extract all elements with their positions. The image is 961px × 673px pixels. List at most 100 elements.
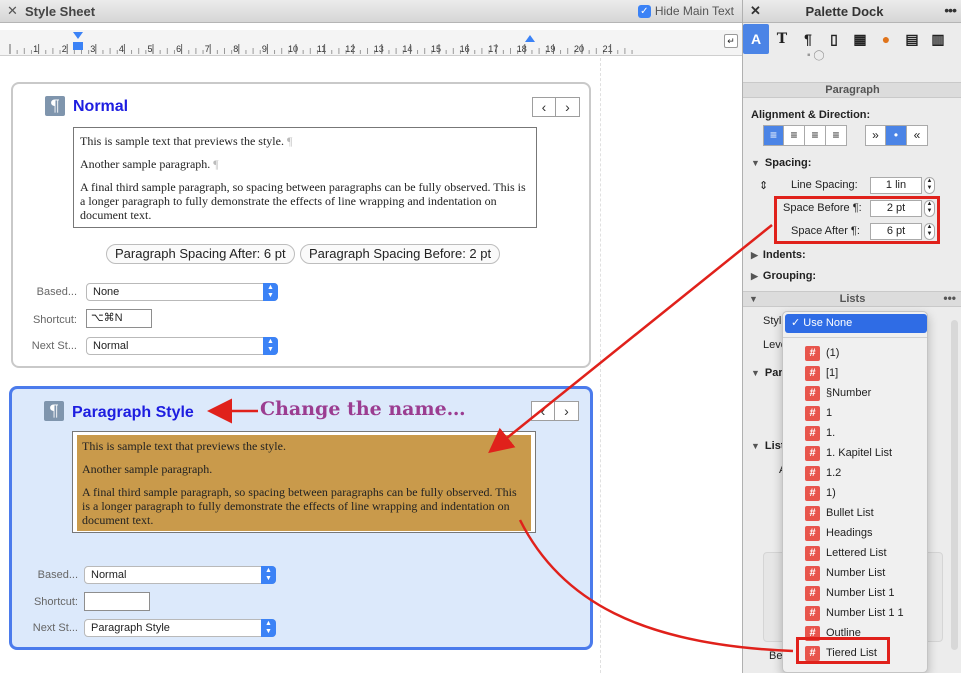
align-right-icon[interactable]: ≡ (805, 125, 826, 146)
ruler-number: 20 (574, 44, 584, 54)
menu-item-list-style[interactable]: #1 (805, 404, 832, 422)
disclosure-triangle-open-icon: ▼ (751, 368, 760, 378)
menu-item-label: Headings (826, 527, 873, 539)
menu-item-list-style[interactable]: # Number List (805, 564, 885, 582)
rtl-icon[interactable]: « (907, 125, 928, 146)
ruler-number: 6 (176, 44, 181, 54)
menu-item-label: Lettered List (826, 547, 887, 559)
text-format-icon[interactable]: T (769, 24, 795, 54)
align-center-icon[interactable]: ≡ (784, 125, 805, 146)
more-options-icon[interactable]: ••• (943, 291, 956, 305)
character-style-icon[interactable]: A (743, 24, 769, 54)
shortcut-label: Shortcut: (33, 596, 78, 608)
line-spacing-mode-icon[interactable]: ⇕ (759, 179, 768, 192)
menu-item-list-style[interactable]: # Headings (805, 524, 872, 542)
palette-titlebar: ✕ Palette Dock ••• (743, 0, 961, 23)
preview-paragraph: Another sample paragraph. (82, 462, 213, 476)
ltr-icon[interactable]: » (865, 125, 886, 146)
ruler[interactable]: 1 2 3 4 5 6 7 8 9 10 11 12 13 14 15 16 17 18 19 20 21 ↵ (0, 30, 742, 56)
grouping-disclosure[interactable]: ▶ Grouping: (751, 270, 816, 282)
menu-item-list-style[interactable]: #1.2 (805, 464, 841, 482)
next-style-select[interactable]: Normal ▲ ▼ (86, 337, 278, 355)
list-style-icon: # (805, 445, 820, 461)
line-spacing-label: Line Spacing: (791, 179, 858, 191)
next-style-label: Next St... (31, 340, 77, 352)
list-style-icon: # (805, 405, 820, 421)
style-nav-buttons: ‹ › (531, 401, 579, 421)
style-preview-selected: This is sample text that previews the st… (72, 431, 536, 533)
based-on-label: Based... (37, 569, 78, 581)
menu-item-list-style[interactable]: #1) (805, 484, 836, 502)
list-style-icon: # (805, 365, 820, 381)
table-icon[interactable]: ▦ (847, 24, 873, 54)
spacing-before-pill[interactable]: Paragraph Spacing Before: 2 pt (300, 244, 501, 264)
ruler-number: 13 (374, 44, 384, 54)
checkbox-checked-icon[interactable]: ✓ (637, 4, 651, 18)
previous-style-button[interactable]: ‹ (531, 401, 555, 421)
menu-item-list-style[interactable]: #1. (805, 424, 835, 442)
ruler-corner-button[interactable]: ↵ (724, 34, 738, 48)
menu-item-label: 1 (826, 407, 833, 419)
previous-style-button[interactable]: ‹ (532, 97, 556, 117)
menu-item-list-style[interactable]: # [1] (805, 364, 838, 382)
line-spacing-stepper[interactable]: ▲ ▼ (924, 177, 935, 194)
document-icon[interactable]: ▯ (821, 24, 847, 54)
palette-title: Palette Dock (805, 4, 884, 19)
ruler-scale: 1 2 3 4 5 6 7 8 9 10 11 12 13 14 15 16 17 18 19 20 21 (9, 32, 633, 54)
menu-item-label: 1. (826, 427, 836, 439)
text-selection-highlight: This is sample text that previews the st… (77, 435, 531, 531)
scrollbar[interactable] (951, 320, 958, 650)
menu-item-label: Number List 1 1 (826, 607, 904, 619)
menu-item-list-style[interactable]: # (1) (805, 344, 839, 362)
shortcut-field[interactable]: ⌥⌘N (86, 309, 152, 328)
based-on-select[interactable]: Normal ▲ ▼ (84, 566, 276, 584)
based-on-select[interactable]: None ▲ ▼ (86, 283, 278, 301)
chevron-updown-icon: ▲ ▼ (263, 283, 278, 301)
align-justify-icon[interactable]: ≡ (826, 125, 847, 146)
spacing-after-pill[interactable]: Paragraph Spacing After: 6 pt (106, 244, 295, 264)
menu-item-list-style[interactable]: # Number List 1 (805, 584, 894, 602)
callout-box-tiered-list (796, 637, 890, 664)
section-header-paragraph[interactable]: Paragraph (743, 82, 961, 98)
next-style-button[interactable]: › (556, 97, 580, 117)
menu-item-list-style[interactable]: # §Number (805, 384, 871, 402)
preview-paragraph: A final third sample paragraph, so spaci… (82, 485, 517, 527)
window-title: Style Sheet (25, 4, 96, 19)
menu-item-list-style[interactable]: # Lettered List (805, 544, 887, 562)
menu-item-use-none[interactable]: ✓ Use None (785, 314, 927, 333)
style-name[interactable]: Paragraph Style (72, 404, 194, 422)
next-style-button[interactable]: › (555, 401, 579, 421)
menu-item-list-style[interactable]: #1. Kapitel List (805, 444, 892, 462)
list-style-icon: # (805, 585, 820, 601)
line-spacing-field[interactable]: 1 lin (870, 177, 922, 194)
shapes-icon[interactable]: ● (873, 24, 899, 54)
layout-icon[interactable]: ▤ (899, 24, 925, 54)
indents-disclosure[interactable]: ▶ Indents: (751, 249, 806, 261)
style-card-paragraph-style[interactable]: ¶ Paragraph Style ‹ › This is sample tex… (9, 386, 593, 650)
list-style-icon: # (805, 385, 820, 401)
close-icon[interactable]: ✕ (7, 3, 18, 19)
columns-icon[interactable]: ▥ (925, 24, 951, 54)
natural-direction-icon[interactable]: • (886, 125, 907, 146)
menu-item-list-style[interactable]: # Number List 1 1 (805, 604, 904, 622)
section-header-lists[interactable]: ▼ Lists ••• (743, 291, 961, 307)
ruler-number: 14 (402, 44, 412, 54)
ruler-number: 1 (33, 44, 38, 54)
menu-item-list-style[interactable]: # Bullet List (805, 504, 874, 522)
spacing-disclosure[interactable]: ▼ Spacing: (751, 157, 811, 169)
shortcut-field[interactable] (84, 592, 150, 611)
callout-box-spacing (774, 196, 940, 244)
align-left-icon[interactable]: ≡ (763, 125, 784, 146)
list-style-menu[interactable]: ✓ Use None # (1) # [1] # §Number #1 #1. #1. Kapi… (782, 311, 928, 673)
next-style-select[interactable]: Paragraph Style ▲ ▼ (84, 619, 276, 637)
style-name[interactable]: Normal (73, 98, 128, 116)
list-style-icon: # (805, 505, 820, 521)
based-on-label: Based... (36, 286, 77, 298)
ruler-number: 10 (288, 44, 298, 54)
list-style-icon: # (805, 465, 820, 481)
list-disclosure[interactable]: ▼ List (751, 440, 784, 452)
style-card-normal[interactable]: ¶ Normal ‹ › This is sample text that pr… (11, 82, 591, 368)
more-options-icon[interactable]: ••• (944, 2, 957, 18)
hide-main-text-toggle[interactable]: ✓ Hide Main Text (637, 4, 734, 18)
style-sheet-window: ✕ Style Sheet ✓ Hide Main Text 123456789… (0, 0, 742, 673)
